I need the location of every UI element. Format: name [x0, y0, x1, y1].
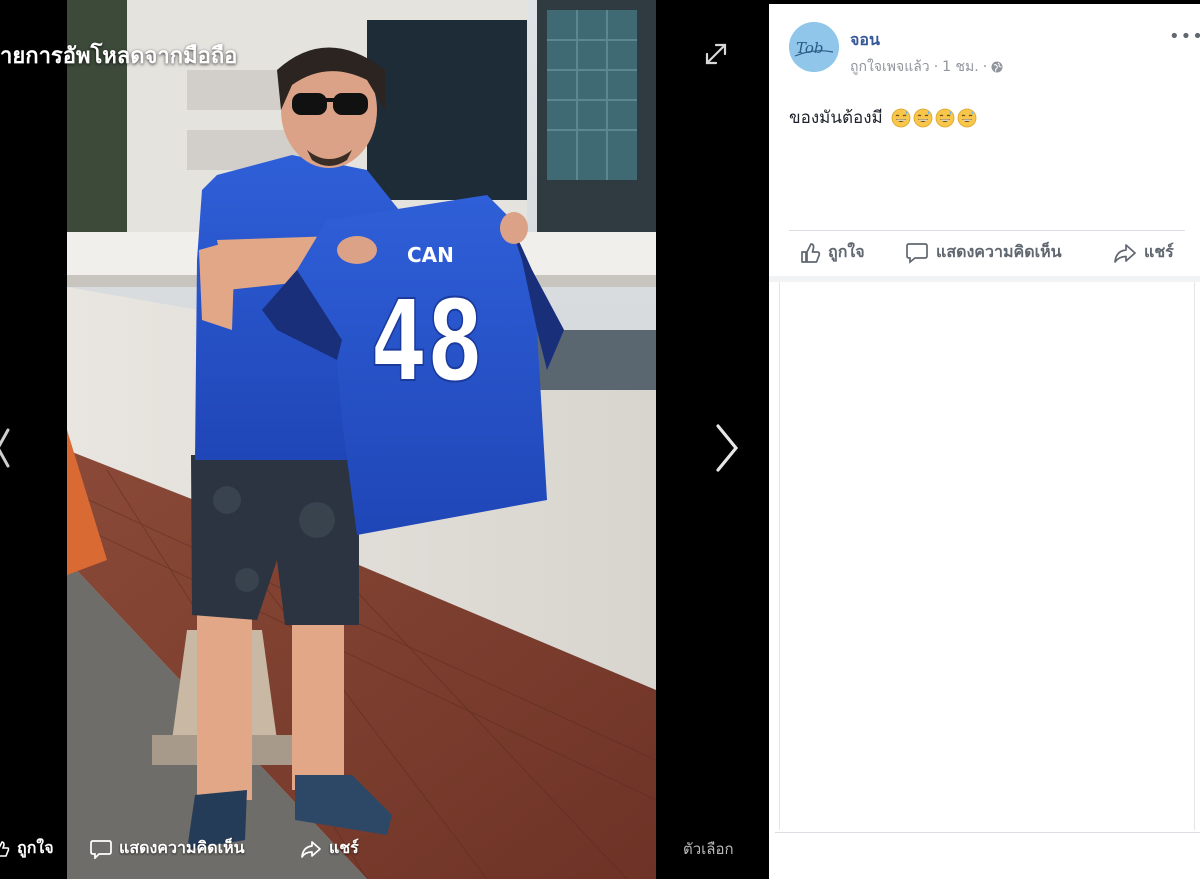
viewer-like-label: ถูกใจ [17, 838, 54, 857]
jersey-name-text: CAN [407, 243, 454, 267]
divider [789, 230, 1185, 231]
next-photo-chevron-icon[interactable] [710, 420, 744, 476]
viewer-like-button[interactable]: ถูกใจ [0, 836, 54, 861]
post-more-options-icon[interactable]: ••• [1169, 26, 1200, 47]
avatar-image: Tob [789, 22, 839, 72]
viewer-comment-label: แสดงความคิดเห็น [119, 838, 245, 857]
thumbs-up-icon [0, 840, 10, 857]
like-button[interactable]: ถูกใจ [799, 240, 865, 265]
globe-privacy-icon[interactable] [991, 61, 1003, 73]
share-label: แชร์ [1144, 242, 1174, 261]
photo-options-link[interactable]: ตัวเลือก [683, 837, 734, 861]
grinning-sweat-emoji-icon [891, 108, 911, 127]
post-meta: ถูกใจเพจแล้ว · 1 ชม. · [850, 56, 1003, 78]
viewer-share-label: แชร์ [329, 838, 359, 857]
post-action-bar: ถูกใจ แสดงความคิดเห็น แชร์ [789, 240, 1185, 272]
share-arrow-icon [301, 840, 321, 858]
grinning-sweat-emoji-icon [957, 108, 977, 127]
viewer-share-button[interactable]: แชร์ [300, 836, 359, 861]
post-author-name[interactable]: จอน [850, 28, 880, 53]
post-timestamp[interactable]: 1 ชม. [942, 56, 979, 78]
post-message: ของมันต้องมี [789, 104, 977, 131]
grinning-sweat-emoji-icon [913, 108, 933, 127]
previous-photo-chevron-icon[interactable] [0, 420, 16, 476]
share-button[interactable]: แชร์ [1113, 240, 1174, 265]
comment-button[interactable]: แสดงความคิดเห็น [905, 240, 1062, 265]
viewer-comment-button[interactable]: แสดงความคิดเห็น [90, 836, 245, 861]
like-label: ถูกใจ [828, 242, 865, 261]
comment-bubble-icon [90, 839, 112, 859]
post-photo[interactable]: CAN 48 [67, 0, 656, 879]
photo-image: CAN 48 [67, 0, 656, 879]
post-activity: ถูกใจเพจแล้ว [850, 59, 930, 75]
expand-icon[interactable] [702, 40, 730, 68]
grinning-sweat-emoji-icon [935, 108, 955, 127]
post-message-text: ของมันต้องมี [789, 108, 883, 128]
album-title[interactable]: ายการอัพโหลดจากมือถือ [0, 38, 237, 73]
comment-input[interactable] [775, 832, 1200, 879]
post-panel: Tob จอน ถูกใจเพจแล้ว · 1 ชม. · ••• ของมั… [769, 4, 1200, 879]
author-avatar[interactable]: Tob [789, 22, 839, 72]
jersey-number-text: 48 [371, 277, 483, 407]
photo-viewer: CAN 48 ายการอัพโหลดจากมือถือ ถูกใจ แสดงค… [0, 0, 769, 879]
share-arrow-icon [1114, 243, 1136, 263]
thumbs-up-icon [801, 242, 821, 263]
comment-label: แสดงความคิดเห็น [936, 242, 1062, 261]
meta-separator: · [982, 59, 988, 75]
comment-bubble-icon [906, 242, 928, 264]
comments-list [779, 282, 1195, 830]
meta-separator: · [933, 59, 939, 75]
